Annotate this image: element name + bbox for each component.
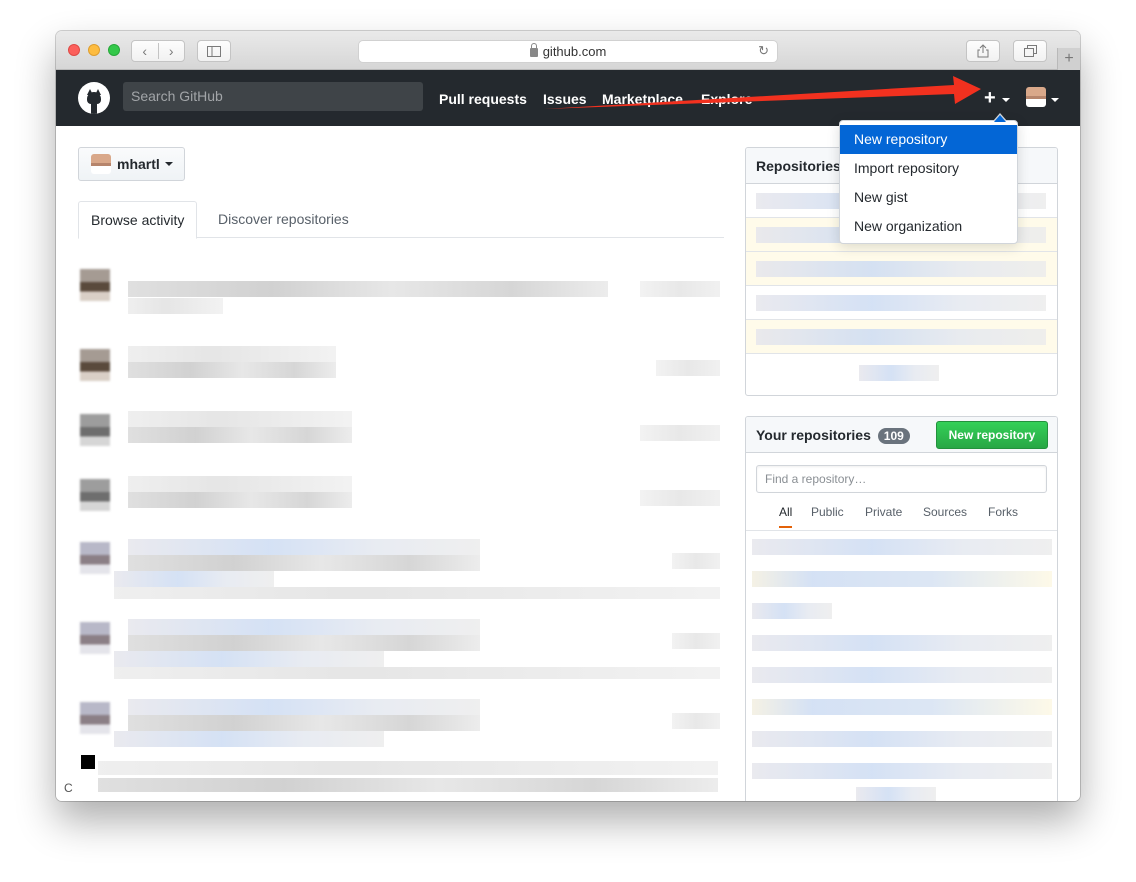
activity-tabs: Browse activity Discover repositories	[78, 201, 724, 239]
lock-icon	[529, 43, 538, 57]
tab-public[interactable]: Public	[811, 505, 844, 519]
menu-item-new-repository[interactable]: New repository	[840, 125, 1017, 154]
avatar	[80, 349, 110, 381]
chevron-down-icon[interactable]	[1051, 98, 1059, 102]
browser-window: ‹ › github.com ↻ + Search GitHub Pull re…	[56, 31, 1080, 801]
avatar	[80, 269, 110, 301]
tab-private[interactable]: Private	[865, 505, 902, 519]
tab-discover-repositories[interactable]: Discover repositories	[206, 201, 361, 238]
repo-filter-tabs: All Public Private Sources Forks	[746, 501, 1057, 531]
panel-header: Your repositories 109 New repository	[746, 417, 1057, 453]
activity-feed	[78, 266, 730, 801]
list-item[interactable]	[752, 539, 1052, 555]
sidebar-icon	[207, 45, 221, 57]
list-item[interactable]	[856, 787, 936, 801]
feed-item[interactable]	[78, 539, 730, 599]
back-icon[interactable]: ‹	[132, 43, 159, 59]
your-repositories-panel: Your repositories 109 New repository Fin…	[745, 416, 1058, 801]
share-button[interactable]	[966, 40, 1000, 62]
chevron-down-icon	[164, 162, 173, 166]
feed-item[interactable]	[78, 619, 730, 679]
tab-all[interactable]: All	[779, 505, 793, 528]
create-new-dropdown: New repository Import repository New gis…	[839, 113, 1018, 244]
list-item[interactable]	[752, 635, 1052, 651]
menu-item-new-organization[interactable]: New organization	[840, 212, 1017, 241]
status-bar-text: C	[64, 781, 73, 795]
url-text: github.com	[542, 44, 607, 59]
github-logo-icon[interactable]	[78, 82, 110, 114]
avatar	[80, 702, 110, 734]
feed-item[interactable]	[78, 346, 730, 406]
tab-browse-activity[interactable]: Browse activity	[78, 201, 198, 239]
repo-count-badge: 109	[877, 428, 910, 444]
filter-repositories-input[interactable]: Find a repository…	[756, 465, 1047, 493]
new-repository-button[interactable]: New repository	[936, 421, 1048, 449]
forward-icon[interactable]: ›	[159, 43, 185, 59]
feed-item[interactable]	[78, 476, 730, 536]
reload-icon[interactable]: ↻	[758, 43, 769, 59]
nav-pull-requests[interactable]: Pull requests	[439, 91, 527, 107]
avatar	[91, 154, 111, 174]
list-item[interactable]	[752, 699, 1052, 715]
nav-marketplace[interactable]: Marketplace	[602, 91, 683, 107]
avatar	[80, 479, 110, 511]
search-input[interactable]: Search GitHub	[123, 82, 423, 111]
share-icon	[977, 44, 989, 58]
list-item[interactable]	[752, 603, 832, 619]
feed-item[interactable]	[78, 411, 730, 471]
avatar[interactable]	[1026, 87, 1046, 107]
chevron-down-icon[interactable]	[1002, 98, 1010, 102]
nav-issues[interactable]: Issues	[543, 91, 587, 107]
show-more-link[interactable]	[746, 354, 1057, 388]
plus-icon[interactable]: +	[984, 87, 996, 110]
menu-item-new-gist[interactable]: New gist	[840, 183, 1017, 212]
feed-item[interactable]	[78, 266, 730, 326]
sidebar-toggle-button[interactable]	[197, 40, 231, 62]
list-item[interactable]	[752, 731, 1052, 747]
avatar	[80, 414, 110, 446]
github-header: Search GitHub Pull requests Issues Marke…	[56, 70, 1080, 126]
browser-toolbar: ‹ › github.com ↻ +	[56, 31, 1080, 70]
context-switcher-button[interactable]: mhartl	[78, 147, 185, 181]
list-item[interactable]	[746, 252, 1057, 286]
list-item[interactable]	[746, 286, 1057, 320]
list-item[interactable]	[752, 763, 1052, 779]
list-item[interactable]	[746, 320, 1057, 354]
menu-item-import-repository[interactable]: Import repository	[840, 154, 1017, 183]
show-tabs-button[interactable]	[1013, 40, 1047, 62]
nav-explore[interactable]: Explore	[701, 91, 752, 107]
minimize-window-button[interactable]	[88, 44, 100, 56]
zoom-window-button[interactable]	[108, 44, 120, 56]
avatar	[80, 622, 110, 654]
panel-title: Your repositories	[756, 427, 871, 443]
tab-forks[interactable]: Forks	[988, 505, 1018, 519]
address-bar[interactable]: github.com ↻	[358, 40, 778, 63]
feed-item[interactable]	[78, 699, 730, 759]
close-window-button[interactable]	[68, 44, 80, 56]
new-tab-button[interactable]: +	[1057, 48, 1080, 70]
tab-sources[interactable]: Sources	[923, 505, 967, 519]
tabs-icon	[1023, 45, 1037, 57]
username-label: mhartl	[117, 156, 160, 172]
list-item[interactable]	[752, 667, 1052, 683]
list-item[interactable]	[752, 571, 1052, 587]
avatar	[80, 542, 110, 574]
history-nav: ‹ ›	[131, 40, 185, 62]
avatar	[81, 755, 95, 769]
